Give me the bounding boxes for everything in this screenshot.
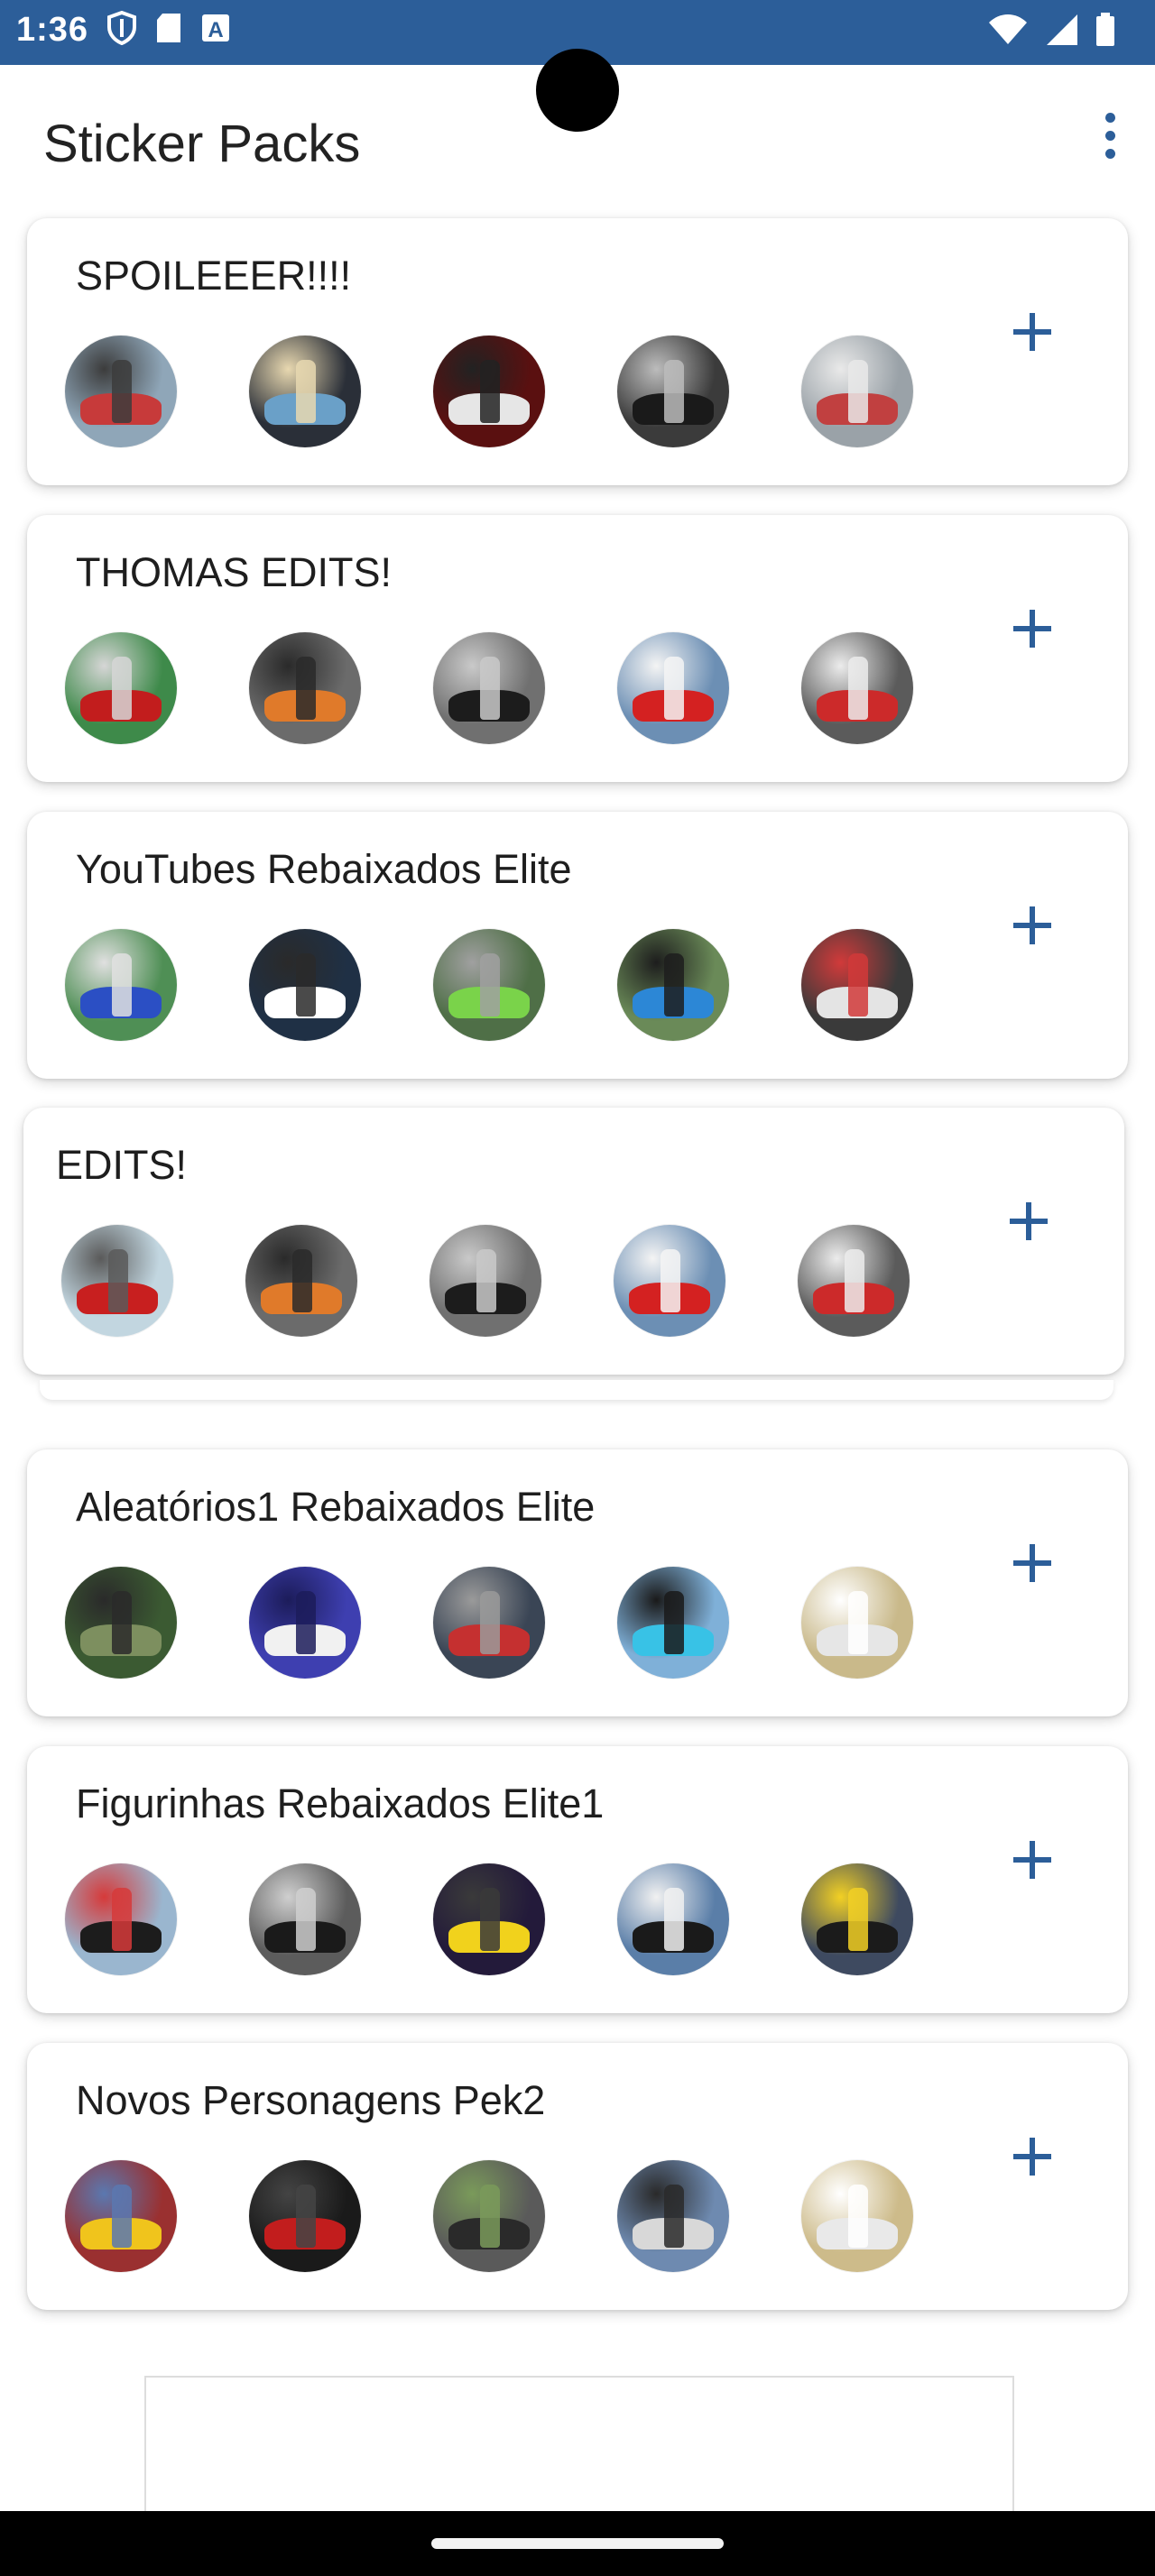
sticker-thumbnail [801, 2160, 913, 2272]
sticker-pack-card[interactable]: Novos Personagens Pek2 [27, 2043, 1128, 2310]
navigation-bar [0, 2511, 1155, 2576]
keyboard-a-icon: A [200, 13, 231, 48]
sticker-thumbnail [249, 2160, 361, 2272]
add-to-whatsapp-plus-icon[interactable] [1005, 305, 1059, 359]
signal-icon [1045, 13, 1079, 51]
pack-title: Novos Personagens Pek2 [76, 2077, 546, 2123]
ad-banner [144, 2376, 1014, 2524]
sticker-thumbnail [433, 1863, 545, 1975]
add-to-whatsapp-plus-icon[interactable] [1005, 602, 1059, 656]
sticker-thumbnail [801, 929, 913, 1041]
sticker-pack-card[interactable]: EDITS! [23, 1108, 1124, 1375]
sticker-thumbnail [65, 336, 177, 447]
pack-title: SPOILEEER!!!! [76, 253, 352, 299]
status-right [987, 13, 1115, 51]
sticker-pack-card[interactable]: Figurinhas Rebaixados Elite1 [27, 1746, 1128, 2013]
sticker-thumbnail [801, 336, 913, 447]
pack-title: THOMAS EDITS! [76, 549, 393, 595]
sticker-pack-card[interactable]: SPOILEEER!!!! [27, 218, 1128, 485]
add-to-whatsapp-plus-icon[interactable] [1005, 2130, 1059, 2184]
sticker-thumbnail [430, 1225, 541, 1337]
sticker-previews [65, 1567, 913, 1679]
add-to-whatsapp-plus-icon[interactable] [1005, 1833, 1059, 1887]
sticker-thumbnail [798, 1225, 910, 1337]
wifi-icon [987, 14, 1029, 51]
svg-text:A: A [208, 18, 223, 42]
sticker-thumbnail [614, 1225, 725, 1337]
sticker-thumbnail [65, 632, 177, 744]
sticker-thumbnail [65, 1567, 177, 1679]
sticker-thumbnail [433, 1567, 545, 1679]
sticker-thumbnail [433, 929, 545, 1041]
sticker-pack-card[interactable]: YouTubes Rebaixados Elite [27, 812, 1128, 1079]
status-time: 1:36 [16, 11, 89, 49]
sd-card-icon [155, 12, 182, 49]
pack-title: EDITS! [56, 1142, 188, 1188]
sticker-thumbnail [245, 1225, 357, 1337]
sticker-previews [65, 929, 913, 1041]
sticker-previews [65, 632, 913, 744]
battery-icon [1095, 13, 1115, 51]
sticker-thumbnail [801, 1567, 913, 1679]
sticker-previews [65, 336, 913, 447]
sticker-thumbnail [249, 1567, 361, 1679]
sticker-thumbnail [617, 929, 729, 1041]
sticker-thumbnail [65, 1863, 177, 1975]
sticker-pack-card[interactable]: Aleatórios1 Rebaixados Elite [27, 1449, 1128, 1716]
overflow-menu-icon[interactable] [1076, 101, 1144, 170]
sticker-thumbnail [617, 632, 729, 744]
sticker-thumbnail [65, 2160, 177, 2272]
shield-icon [106, 10, 137, 50]
sticker-previews [61, 1225, 910, 1337]
pack-title: Aleatórios1 Rebaixados Elite [76, 1484, 596, 1530]
add-to-whatsapp-plus-icon[interactable] [1002, 1194, 1056, 1248]
sticker-thumbnail [617, 2160, 729, 2272]
sticker-pack-card[interactable]: THOMAS EDITS! [27, 515, 1128, 782]
sticker-previews [65, 2160, 913, 2272]
home-handle[interactable] [431, 2538, 724, 2549]
sticker-thumbnail [65, 929, 177, 1041]
status-left: 1:36 A [16, 10, 231, 50]
page-title: Sticker Packs [43, 115, 361, 173]
sticker-thumbnail [433, 336, 545, 447]
sticker-thumbnail [249, 336, 361, 447]
sticker-thumbnail [617, 336, 729, 447]
sticker-thumbnail [249, 1863, 361, 1975]
add-to-whatsapp-plus-icon[interactable] [1005, 898, 1059, 952]
camera-cutout [536, 49, 619, 132]
sticker-previews [65, 1863, 913, 1975]
pack-title: YouTubes Rebaixados Elite [76, 846, 572, 892]
sticker-thumbnail [61, 1225, 173, 1337]
sticker-thumbnail [249, 632, 361, 744]
sticker-thumbnail [617, 1863, 729, 1975]
add-to-whatsapp-plus-icon[interactable] [1005, 1536, 1059, 1590]
sticker-thumbnail [433, 2160, 545, 2272]
pack-title: Figurinhas Rebaixados Elite1 [76, 1780, 605, 1826]
sticker-thumbnail [801, 1863, 913, 1975]
card-shadow-strip [40, 1380, 1113, 1400]
sticker-thumbnail [617, 1567, 729, 1679]
sticker-thumbnail [433, 632, 545, 744]
sticker-thumbnail [249, 929, 361, 1041]
sticker-thumbnail [801, 632, 913, 744]
